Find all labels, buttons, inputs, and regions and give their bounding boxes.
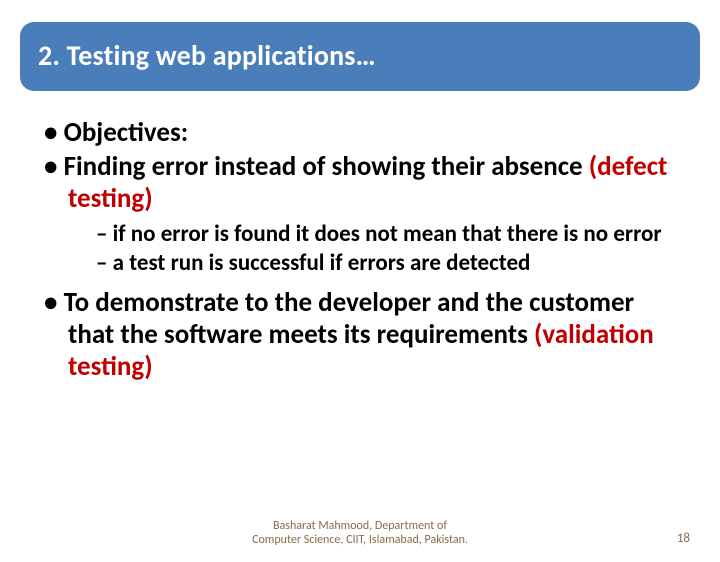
sub1-bold: does not mean: [314, 220, 457, 248]
slide-title: 2. Testing web applications…: [38, 38, 682, 73]
sub2-post: if errors are detected: [324, 249, 530, 277]
footer-line1: Basharat Mahmood, Department of: [0, 520, 720, 534]
sub-bullets: if no error is found it does not mean th…: [96, 221, 676, 277]
bullet-defect-pre: Finding error instead of showing their a…: [64, 150, 589, 183]
sub2-pre: a test run is: [113, 249, 229, 277]
sub1-pre: if no error is found it: [113, 220, 315, 248]
bullet-defect-testing: Finding error instead of showing their a…: [44, 151, 676, 215]
slide-content: Objectives: Finding error instead of sho…: [0, 91, 720, 382]
bullet-objectives: Objectives:: [44, 117, 676, 149]
bullet-objectives-text: Objectives:: [64, 116, 189, 149]
footer-line2: Computer Science, CIIT, Islamabad, Pakis…: [0, 534, 720, 548]
slide-footer: Basharat Mahmood, Department of Computer…: [0, 520, 720, 548]
sub-bullet-successful: a test run is successful if errors are d…: [96, 250, 676, 277]
bullet-validation-testing: To demonstrate to the developer and the …: [44, 287, 676, 383]
title-bar: 2. Testing web applications…: [20, 22, 700, 91]
sub-bullet-no-error: if no error is found it does not mean th…: [96, 221, 676, 248]
sub1-post: that there is no error: [457, 220, 662, 248]
sub2-bold: successful: [229, 249, 325, 277]
page-number: 18: [677, 531, 690, 546]
